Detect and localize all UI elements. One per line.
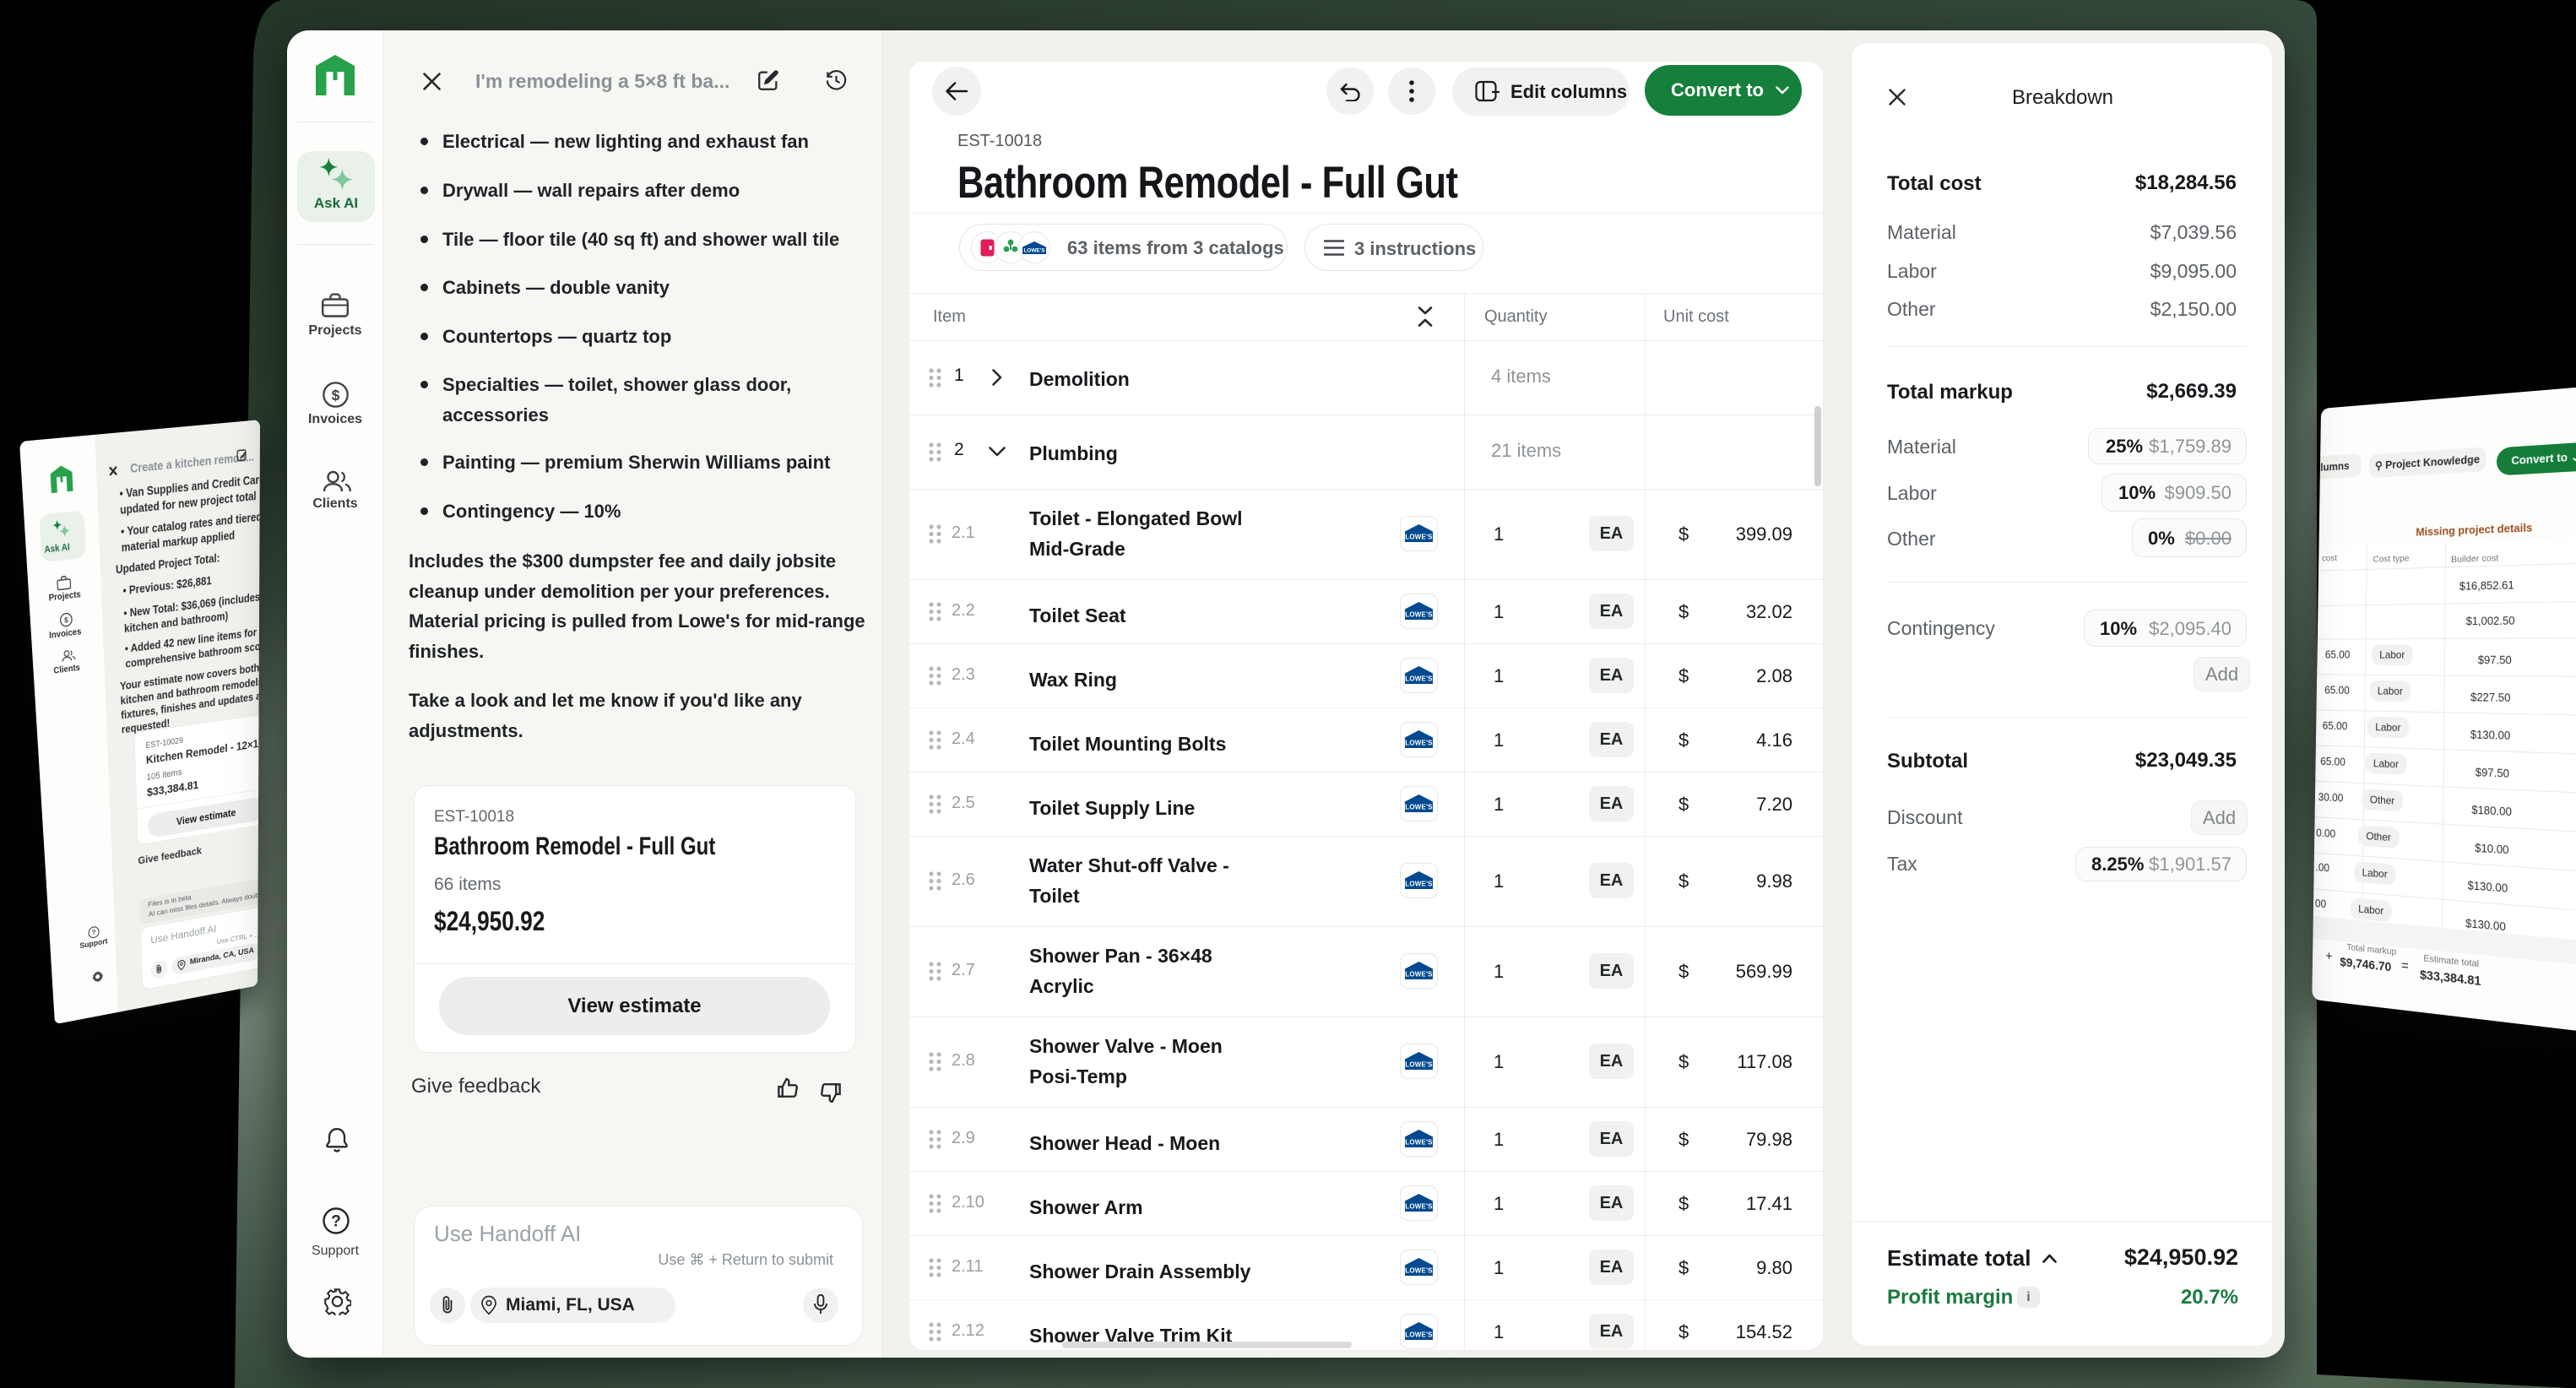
svg-text:$: $ (64, 616, 68, 625)
svg-text:$: $ (332, 387, 340, 404)
svg-text:?: ? (92, 929, 96, 937)
svg-text:LOWE'S: LOWE'S (1024, 248, 1046, 254)
svg-text:?: ? (331, 1213, 341, 1231)
